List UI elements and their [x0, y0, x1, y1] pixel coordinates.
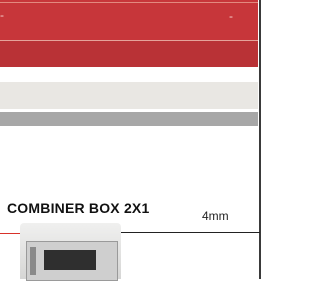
header-banner: - -	[0, 0, 258, 67]
light-band	[0, 82, 258, 109]
combiner-box-image	[20, 223, 121, 281]
dimension-line	[120, 232, 260, 233]
header-right-mark: -	[229, 9, 233, 23]
red-wire	[0, 233, 20, 234]
header-top-rule	[0, 2, 258, 3]
dimension-label: 4mm	[202, 209, 229, 223]
product-title: COMBINER BOX 2X1	[7, 200, 150, 216]
header-left-mark: -	[0, 8, 4, 22]
gray-band	[0, 112, 258, 126]
right-border-line	[259, 0, 261, 279]
box-latch	[30, 247, 36, 275]
header-lower-panel	[0, 41, 258, 67]
box-window	[44, 250, 96, 270]
